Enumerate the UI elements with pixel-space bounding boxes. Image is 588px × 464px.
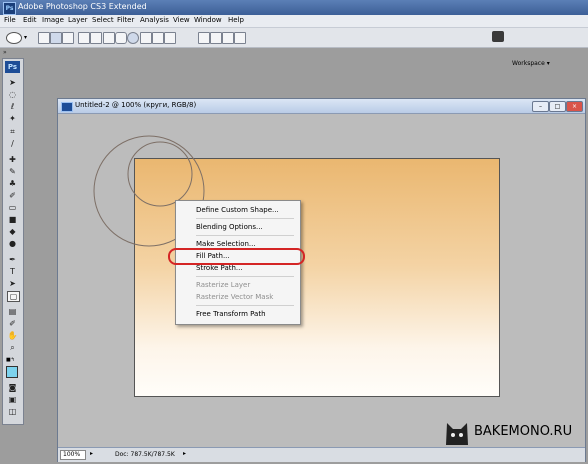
brush-tool-icon[interactable]: ✎ [7, 167, 18, 176]
menu-filter[interactable]: Filter [117, 16, 134, 24]
menu-separator [196, 235, 294, 236]
zoom-tool-icon[interactable]: ⌕ [7, 343, 18, 352]
fill-pixels-icon[interactable] [62, 32, 74, 44]
small-circle-path [127, 141, 193, 207]
lasso-tool-icon[interactable]: ℓ [7, 102, 18, 111]
toolbox: Ps ➤ ◌ ℓ ✦ ⌗ ∕ ✚ ✎ ♣ ✐ ▭ ■ ◆ ● ✒ T ➤ ▢ ▤… [2, 58, 24, 425]
pen-tool-icon[interactable] [78, 32, 90, 44]
ellipse-tool-preset-icon[interactable] [6, 32, 22, 44]
collapse-arrows-icon[interactable]: » [3, 49, 7, 56]
custom-shape-icon[interactable] [164, 32, 176, 44]
menu-item-free-transform-path[interactable]: Free Transform Path [196, 310, 266, 318]
intersect-path-icon[interactable] [222, 32, 234, 44]
clone-stamp-icon[interactable]: ♣ [7, 179, 18, 188]
ellipse-shape-icon[interactable] [127, 32, 139, 44]
menu-item-rasterize-layer: Rasterize Layer [196, 281, 251, 289]
shape-layers-icon[interactable] [38, 32, 50, 44]
zoom-field[interactable]: 100% [60, 450, 86, 460]
default-colors-icon[interactable]: ■↰ [6, 357, 15, 363]
document-title: Untitled-2 @ 100% (круги, RGB/8) [75, 101, 197, 109]
path-selection-icon[interactable]: ➤ [7, 279, 18, 288]
document-window: Untitled-2 @ 100% (круги, RGB/8) – □ × 1… [57, 98, 586, 462]
watermark-text: BAKEMONO.RU [474, 424, 573, 439]
menu-item-rasterize-vector-mask: Rasterize Vector Mask [196, 293, 274, 301]
menu-item-make-selection[interactable]: Make Selection... [196, 240, 256, 248]
menu-item-define-custom-shape[interactable]: Define Custom Shape... [196, 206, 279, 214]
menu-item-stroke-path[interactable]: Stroke Path... [196, 264, 243, 272]
marquee-tool-icon[interactable]: ◌ [7, 90, 18, 99]
slice-tool-icon[interactable]: ∕ [7, 139, 18, 148]
photoshop-logo-icon: Ps [5, 61, 20, 73]
pen-tool-icon[interactable]: ✒ [7, 255, 18, 264]
menu-select[interactable]: Select [92, 16, 114, 24]
subtract-path-icon[interactable] [210, 32, 222, 44]
freeform-pen-icon[interactable] [90, 32, 102, 44]
app-title: Adobe Photoshop CS3 Extended [18, 2, 147, 11]
move-tool-icon[interactable]: ➤ [7, 78, 18, 87]
healing-brush-icon[interactable]: ✚ [7, 155, 18, 164]
shape-tool-icon[interactable]: ▢ [7, 291, 20, 302]
menu-item-blending-options[interactable]: Blending Options... [196, 223, 263, 231]
line-icon[interactable] [152, 32, 164, 44]
foreground-color-swatch[interactable] [6, 366, 18, 378]
magic-wand-icon[interactable]: ✦ [7, 114, 18, 123]
bridge-icon[interactable] [492, 31, 504, 42]
cat-logo-icon [446, 423, 468, 445]
menu-image[interactable]: Image [42, 16, 64, 24]
notes-tool-icon[interactable]: ▤ [7, 307, 18, 316]
status-menu-arrow-icon[interactable]: ▸ [183, 450, 186, 457]
canvas-area[interactable] [58, 114, 585, 447]
menu-window[interactable]: Window [194, 16, 222, 24]
menu-view[interactable]: View [173, 16, 190, 24]
gradient-tool-icon[interactable]: ■ [7, 215, 18, 224]
rounded-rectangle-icon[interactable] [115, 32, 127, 44]
app-titlebar: Ps Adobe Photoshop CS3 Extended [0, 0, 588, 15]
menu-bar: File Edit Image Layer Select Filter Anal… [0, 15, 588, 28]
document-size: Doc: 787.5K/787.5K [115, 451, 175, 458]
circle-paths [93, 135, 205, 247]
options-bar: ▾ Workspace ▾ [0, 28, 588, 67]
dodge-tool-icon[interactable]: ● [7, 239, 18, 248]
eraser-tool-icon[interactable]: ▭ [7, 203, 18, 212]
workspace-dropdown[interactable]: Workspace ▾ [512, 60, 550, 67]
screen-mode-icon[interactable]: ▣ [7, 395, 18, 404]
blur-tool-icon[interactable]: ◆ [7, 227, 18, 236]
paths-icon[interactable] [50, 32, 62, 44]
document-titlebar[interactable]: Untitled-2 @ 100% (круги, RGB/8) – □ × [58, 99, 585, 114]
close-button[interactable]: × [566, 101, 583, 112]
imageready-icon[interactable]: ◫ [7, 407, 18, 416]
hand-tool-icon[interactable]: ✋ [7, 331, 18, 340]
status-arrow-icon[interactable]: ▸ [90, 450, 93, 457]
menu-layer[interactable]: Layer [68, 16, 88, 24]
chevron-down-icon[interactable]: ▾ [24, 34, 27, 41]
history-brush-icon[interactable]: ✐ [7, 191, 18, 200]
exclude-path-icon[interactable] [234, 32, 246, 44]
crop-tool-icon[interactable]: ⌗ [7, 127, 18, 136]
polygon-icon[interactable] [140, 32, 152, 44]
menu-edit[interactable]: Edit [23, 16, 37, 24]
menu-file[interactable]: File [4, 16, 16, 24]
status-bar: 100% ▸ Doc: 787.5K/787.5K ▸ [58, 447, 585, 462]
menu-separator [196, 305, 294, 306]
quick-mask-icon[interactable]: ◙ [7, 383, 18, 392]
rectangle-shape-icon[interactable] [103, 32, 115, 44]
photoshop-logo-icon: Ps [3, 2, 16, 15]
menu-help[interactable]: Help [228, 16, 244, 24]
document-icon [61, 102, 73, 112]
add-to-path-icon[interactable] [198, 32, 210, 44]
menu-analysis[interactable]: Analysis [140, 16, 169, 24]
menu-separator [196, 276, 294, 277]
fill-path-highlight [168, 248, 305, 265]
eyedropper-icon[interactable]: ✐ [7, 319, 18, 328]
minimize-button[interactable]: – [532, 101, 549, 112]
type-tool-icon[interactable]: T [7, 267, 18, 276]
maximize-button[interactable]: □ [549, 101, 566, 112]
menu-separator [196, 218, 294, 219]
